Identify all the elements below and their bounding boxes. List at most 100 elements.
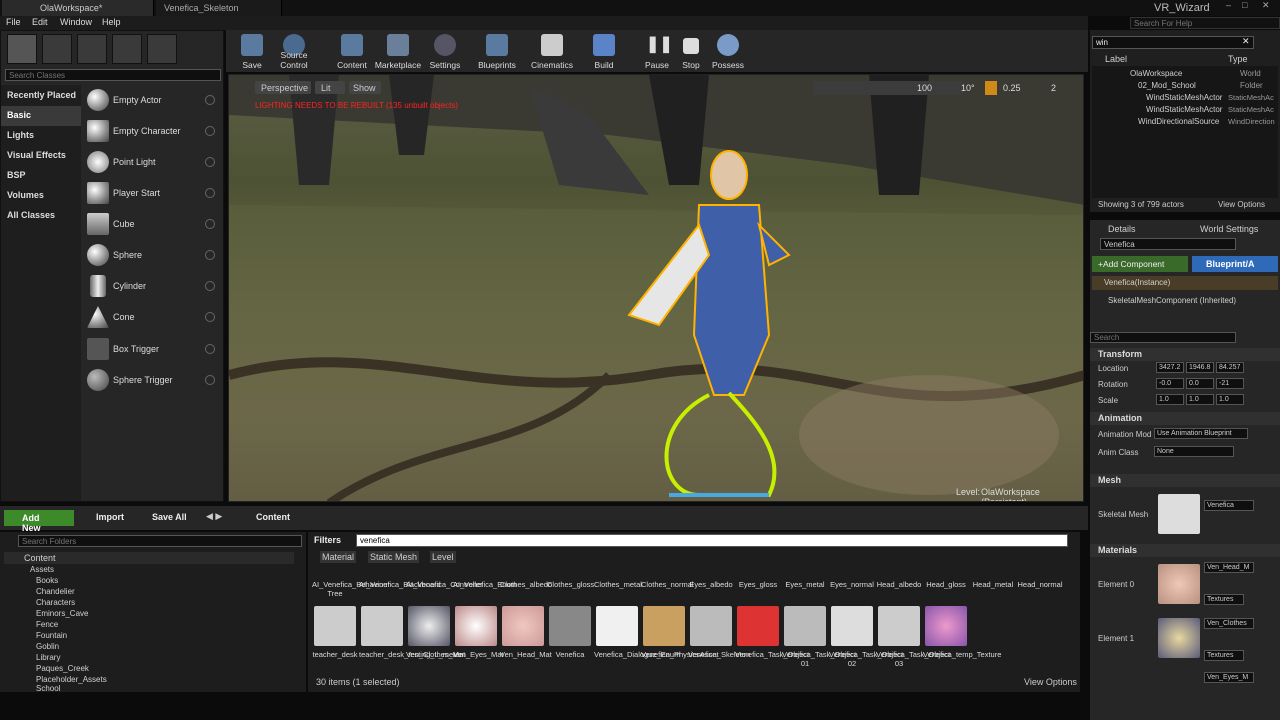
asset-tile[interactable]: Eyes_normal — [829, 580, 875, 589]
outliner-search-input[interactable] — [1092, 36, 1254, 49]
help-icon[interactable] — [205, 281, 215, 291]
asset-thumbnail[interactable] — [831, 606, 873, 646]
asset-tile[interactable]: Clothes_albedo — [500, 580, 552, 589]
class-item[interactable]: Cone — [83, 304, 221, 332]
marketplace-button[interactable]: Marketplace — [372, 32, 424, 72]
details-search-input[interactable] — [1090, 332, 1236, 343]
help-icon[interactable] — [205, 95, 215, 105]
settings-button[interactable]: Settings — [419, 32, 471, 72]
asset-tile[interactable]: AI_Venefica_Controller — [406, 580, 483, 589]
asset-thumbnail[interactable] — [314, 606, 356, 646]
possess-button[interactable]: Possess — [702, 32, 754, 72]
asset-view-options[interactable]: View Options — [1024, 677, 1077, 687]
folder-content[interactable]: Content — [24, 553, 56, 563]
asset-tile[interactable]: AI_Venefica_Blackboard — [359, 580, 441, 589]
mesh-thumbnail[interactable] — [1158, 494, 1200, 534]
help-icon[interactable] — [205, 250, 215, 260]
folder-item[interactable]: Fence — [36, 620, 58, 629]
minimize-icon[interactable]: – — [1226, 0, 1231, 10]
help-search-input[interactable] — [1130, 17, 1280, 29]
camera-speed[interactable]: 2 — [1051, 83, 1056, 93]
scale-z[interactable]: 1.0 — [1216, 394, 1244, 405]
level-viewport[interactable]: Perspective Lit Show LIGHTING NEEDS TO B… — [228, 74, 1084, 502]
cinematics-button[interactable]: Cinematics — [526, 32, 578, 72]
class-item[interactable]: Cube — [83, 211, 221, 239]
folder-item[interactable]: Goblin — [36, 642, 59, 651]
asset-thumbnail[interactable] — [408, 606, 450, 646]
help-icon[interactable] — [205, 219, 215, 229]
asset-tile[interactable]: Eyes_albedo — [688, 580, 734, 589]
asset-thumbnail[interactable] — [502, 606, 544, 646]
instance-row[interactable]: Venefica(Instance) — [1092, 276, 1278, 290]
folder-item[interactable]: Fountain — [36, 631, 67, 640]
asset-thumbnail[interactable] — [784, 606, 826, 646]
help-icon[interactable] — [205, 312, 215, 322]
transform-tools[interactable] — [813, 81, 963, 95]
folder-item[interactable]: Paques_Creek — [36, 664, 89, 673]
path-content[interactable]: Content — [256, 512, 290, 522]
blueprints-button[interactable]: Blueprints — [471, 32, 523, 72]
clear-icon[interactable]: ✕ — [1242, 36, 1250, 47]
anim-class-dropdown[interactable]: None — [1154, 446, 1234, 457]
asset-thumbnail[interactable] — [455, 606, 497, 646]
filter-level[interactable]: Level — [430, 551, 456, 563]
asset-tile[interactable]: Eyes_metal — [782, 580, 828, 589]
mesh-dropdown[interactable]: Venefica — [1204, 500, 1254, 511]
tab-details[interactable]: Details — [1108, 224, 1136, 234]
add-new-button[interactable]: Add New — [4, 510, 74, 533]
asset-thumbnail[interactable] — [643, 606, 685, 646]
tab-olaworkspace[interactable]: OlaWorkspace* — [2, 0, 154, 16]
help-icon[interactable] — [205, 157, 215, 167]
anim-mode-dropdown[interactable]: Use Animation Blueprint — [1154, 428, 1248, 439]
folder-item[interactable]: Books — [36, 576, 58, 585]
lit-button[interactable]: Lit — [315, 81, 345, 94]
help-icon[interactable] — [205, 126, 215, 136]
location-y[interactable]: 1946.8 — [1186, 362, 1214, 373]
maximize-icon[interactable]: □ — [1242, 0, 1247, 10]
filters-button[interactable]: Filters — [314, 535, 341, 545]
content-button[interactable]: Content — [326, 32, 378, 72]
perspective-button[interactable]: Perspective — [255, 81, 311, 94]
transform-section[interactable]: Transform — [1090, 348, 1280, 361]
location-x[interactable]: 3427.2 — [1156, 362, 1184, 373]
show-button[interactable]: Show — [349, 81, 381, 94]
category-bsp[interactable]: BSP — [7, 170, 26, 180]
asset-tile[interactable]: Head_albedo — [876, 580, 922, 589]
filter-material[interactable]: Material — [320, 551, 357, 563]
material2-dropdown[interactable]: Ven_Eyes_M — [1204, 672, 1254, 683]
search-folders-input[interactable] — [18, 535, 302, 547]
material0-dropdown[interactable]: Ven_Head_M — [1204, 562, 1254, 573]
mesh-section[interactable]: Mesh — [1090, 474, 1280, 487]
folder-item[interactable]: Chandelier — [36, 587, 75, 596]
material-thumbnail[interactable] — [1158, 618, 1200, 658]
column-label[interactable]: Label — [1105, 54, 1127, 64]
material-thumbnail[interactable] — [1158, 564, 1200, 604]
help-icon[interactable] — [205, 344, 215, 354]
paint-mode-icon[interactable] — [42, 34, 72, 64]
asset-tile[interactable]: Eyes_gloss — [735, 580, 781, 589]
outliner-row[interactable]: 02_Mod_School Folder — [1092, 80, 1278, 92]
class-item[interactable]: Empty Actor — [83, 87, 221, 115]
asset-thumbnail[interactable] — [690, 606, 732, 646]
column-type[interactable]: Type — [1228, 54, 1248, 64]
foliage-mode-icon[interactable] — [112, 34, 142, 64]
menu-window[interactable]: Window — [60, 17, 92, 27]
folder-item[interactable]: Characters — [36, 598, 75, 607]
folder-item[interactable]: Library — [36, 653, 60, 662]
asset-tile[interactable]: AI_Venefica_Enum — [453, 580, 517, 589]
search-classes-input[interactable] — [5, 69, 221, 81]
scale-x[interactable]: 1.0 — [1156, 394, 1184, 405]
asset-thumbnail[interactable] — [925, 606, 967, 646]
save-all-button[interactable]: Save All — [152, 512, 187, 522]
class-item[interactable]: Player Start — [83, 180, 221, 208]
textures-dropdown[interactable]: Textures — [1204, 594, 1244, 605]
menu-help[interactable]: Help — [102, 17, 121, 27]
scale-snap-icon[interactable] — [985, 81, 997, 95]
asset-search-input[interactable] — [356, 534, 1068, 547]
rotation-y[interactable]: 0.0 — [1186, 378, 1214, 389]
class-item[interactable]: Sphere Trigger — [83, 367, 221, 395]
asset-thumbnail[interactable] — [878, 606, 920, 646]
add-component-button[interactable]: +Add Component — [1092, 256, 1188, 272]
filter-static-mesh[interactable]: Static Mesh — [368, 551, 420, 563]
tab-venefica-skeleton[interactable]: Venefica_Skeleton — [156, 0, 282, 16]
